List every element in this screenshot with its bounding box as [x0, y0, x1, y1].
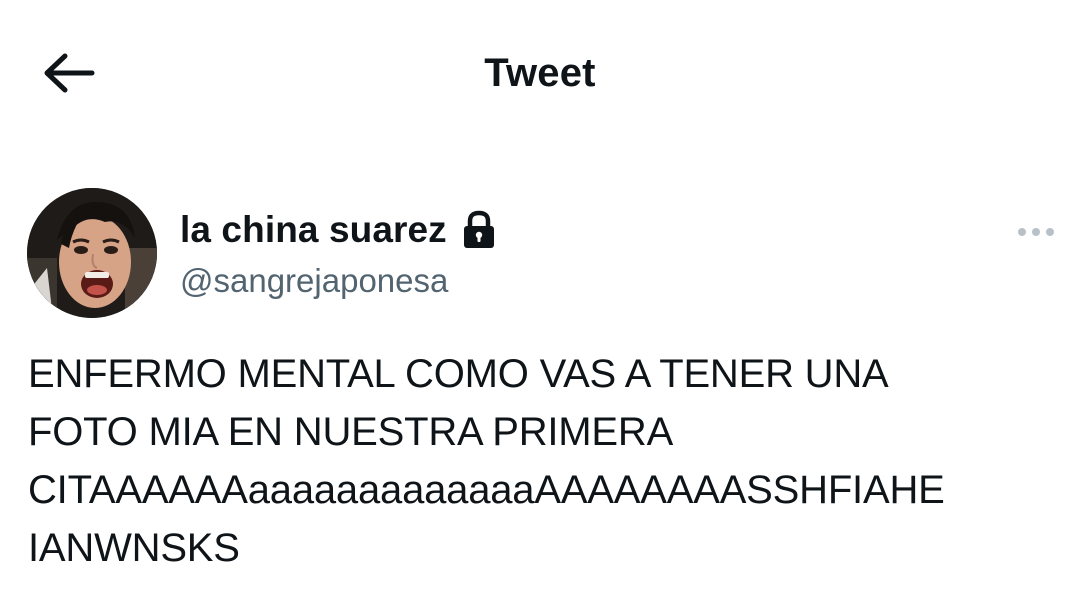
user-handle[interactable]: @sangrejaponesa — [180, 261, 448, 301]
display-name[interactable]: la china suarez — [180, 207, 447, 253]
tweet-text: ENFERMO MENTAL COMO VAS A TENER UNA FOTO… — [28, 352, 945, 570]
top-bar: Tweet — [0, 0, 1080, 150]
tweet-card: la china suarez @sangrejaponesa ENFERMO … — [0, 185, 1080, 607]
lock-icon — [461, 210, 497, 250]
author-name-row: la china suarez — [180, 207, 497, 253]
page-title: Tweet — [484, 51, 596, 95]
avatar-image — [27, 188, 157, 318]
avatar[interactable] — [27, 188, 157, 318]
more-options-button[interactable] — [1012, 217, 1060, 247]
more-horizontal-icon — [1018, 228, 1054, 236]
